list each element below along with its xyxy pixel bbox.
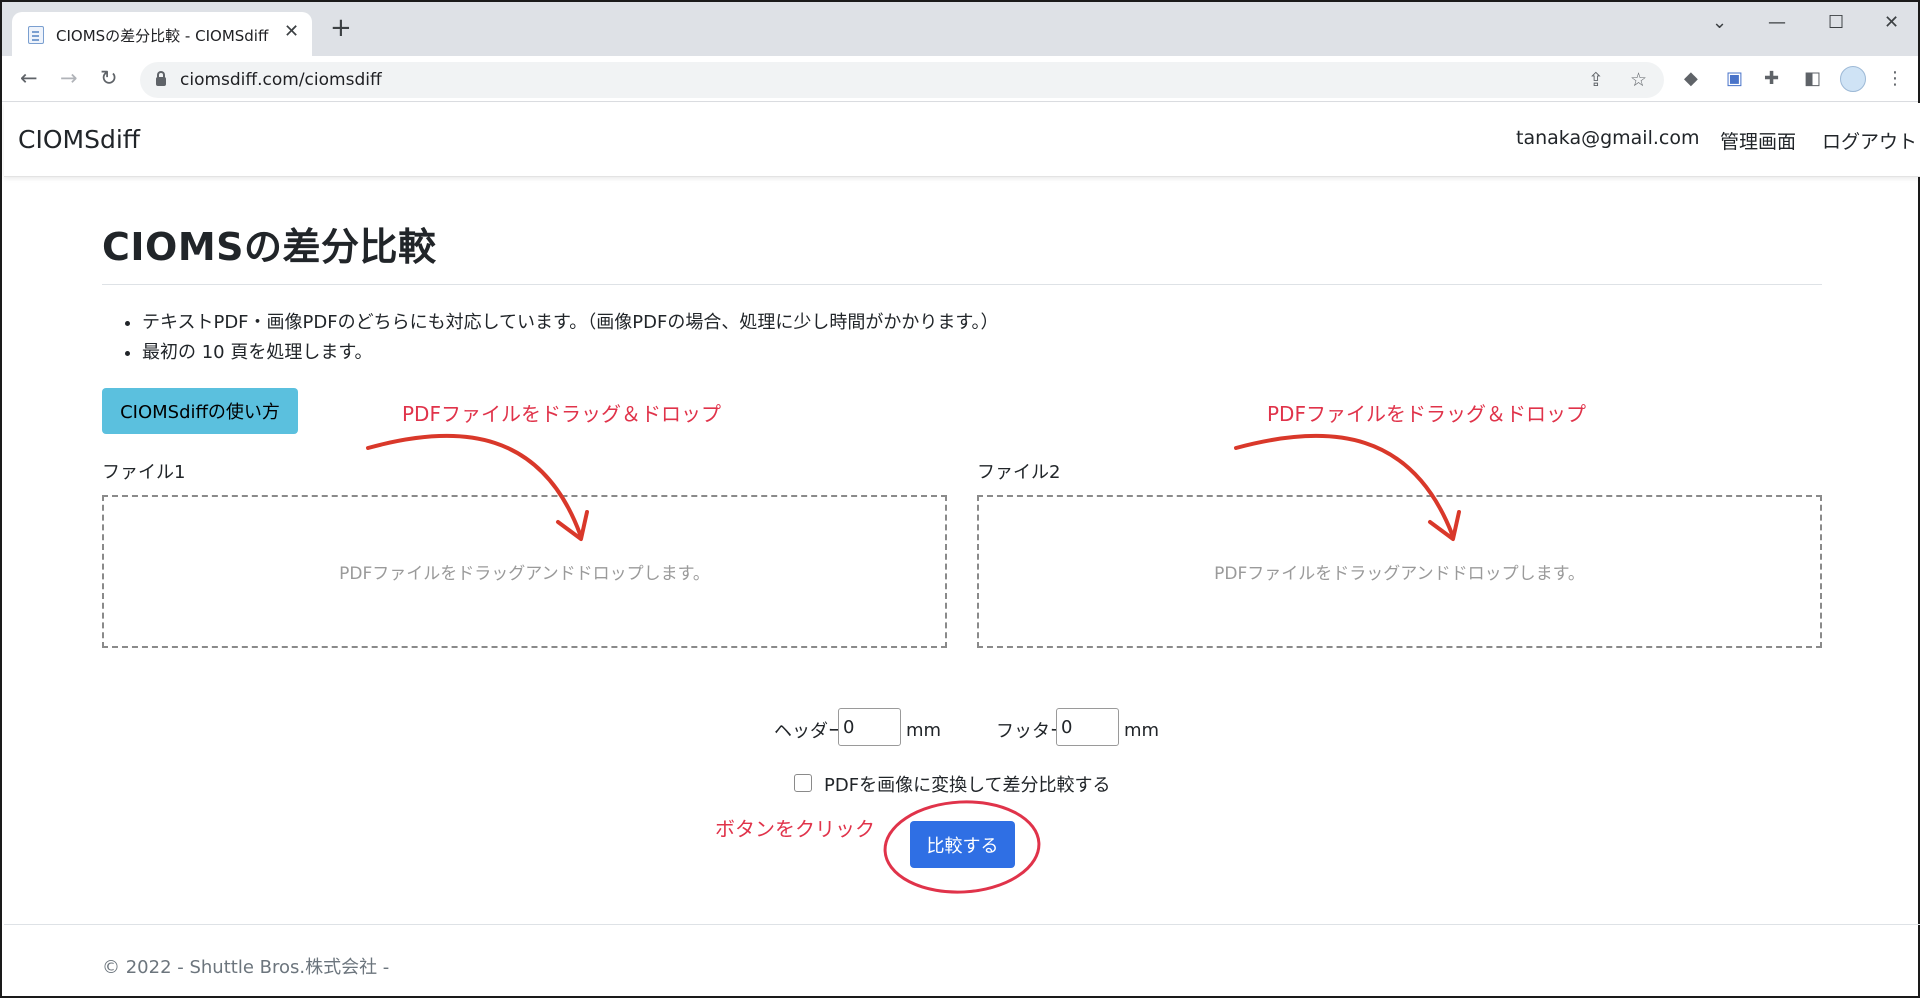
file2-label: ファイル2 (977, 462, 1061, 483)
close-window-icon[interactable]: ✕ (1884, 12, 1899, 34)
info-item: 最初の 10 頁を処理します。 (142, 338, 999, 368)
maximize-icon[interactable]: ☐ (1828, 12, 1844, 34)
lock-icon (156, 71, 166, 86)
file1-dropzone[interactable]: PDFファイルをドラッグアンドドロップします。 (102, 495, 947, 648)
header-mm-input[interactable] (838, 708, 901, 746)
footer-mm-input[interactable] (1056, 708, 1119, 746)
convert-to-image-checkbox[interactable] (794, 774, 812, 792)
drag-drop-annotation-1: PDFファイルをドラッグ＆ドロップ (402, 402, 721, 426)
footer-divider (4, 924, 1920, 925)
tab-title: CIOMSの差分比較 - CIOMSdiff (56, 27, 269, 45)
click-button-annotation: ボタンをクリック (715, 817, 875, 841)
compare-button[interactable]: 比較する (910, 821, 1015, 868)
user-email-link[interactable]: tanaka@gmail.com (1516, 127, 1699, 149)
tab-strip: CIOMSの差分比較 - CIOMSdiff ✕ + ⌄ — ☐ ✕ (2, 2, 1918, 56)
extension-icon[interactable]: ◆ (1684, 68, 1698, 90)
tab-search-chevron-icon[interactable]: ⌄ (1712, 12, 1727, 34)
footer-unit: mm (1124, 720, 1160, 741)
title-divider (102, 284, 1822, 285)
browser-tab[interactable]: CIOMSの差分比較 - CIOMSdiff ✕ (12, 12, 312, 56)
minimize-icon[interactable]: — (1768, 12, 1786, 34)
close-tab-icon[interactable]: ✕ (284, 22, 299, 42)
page-title: CIOMSの差分比較 (102, 225, 437, 269)
convert-to-image-label[interactable]: PDFを画像に変換して差分比較する (824, 771, 1111, 797)
drag-drop-annotation-2: PDFファイルをドラッグ＆ドロップ (1267, 402, 1586, 426)
brand-logo[interactable]: CIOMSdiff (18, 125, 140, 154)
file2-dropzone[interactable]: PDFファイルをドラッグアンドドロップします。 (977, 495, 1822, 648)
side-panel-icon[interactable]: ◧ (1804, 68, 1821, 90)
site-navbar: CIOMSdiff tanaka@gmail.com 管理画面 ログアウト (4, 103, 1920, 177)
bookmark-star-icon[interactable]: ☆ (1630, 69, 1647, 91)
info-item: テキストPDF・画像PDFのどちらにも対応しています。（画像PDFの場合、処理に… (142, 308, 999, 338)
new-tab-icon[interactable]: + (330, 14, 352, 42)
address-bar[interactable]: ciomsdiff.com/ciomsdiff ⇪ ☆ (140, 62, 1664, 98)
share-icon[interactable]: ⇪ (1588, 69, 1604, 91)
translate-extension-icon[interactable]: ▣ (1726, 68, 1743, 90)
document-icon (28, 26, 44, 44)
url-text: ciomsdiff.com/ciomsdiff (180, 70, 382, 90)
logout-link[interactable]: ログアウト (1822, 127, 1917, 154)
dropzone-hint: PDFファイルをドラッグアンドドロップします。 (339, 564, 710, 584)
browser-window: CIOMSの差分比較 - CIOMSdiff ✕ + ⌄ — ☐ ✕ ← → ↻… (0, 0, 1920, 998)
footer-copyright: © 2022 - Shuttle Bros.株式会社 - (102, 957, 390, 978)
header-label: ヘッダー (774, 721, 846, 742)
dropzone-hint: PDFファイルをドラッグアンドドロップします。 (1214, 564, 1585, 584)
back-icon[interactable]: ← (20, 66, 38, 90)
forward-icon[interactable]: → (60, 66, 78, 90)
header-unit: mm (906, 720, 942, 741)
more-menu-icon[interactable]: ⋮ (1886, 68, 1904, 90)
how-to-use-button[interactable]: CIOMSdiffの使い方 (102, 388, 298, 434)
puzzle-extensions-icon[interactable]: ✚ (1764, 68, 1779, 90)
info-list: テキストPDF・画像PDFのどちらにも対応しています。（画像PDFの場合、処理に… (142, 308, 999, 368)
browser-toolbar: ← → ↻ ciomsdiff.com/ciomsdiff ⇪ ☆ ◆ ▣ ✚ … (2, 56, 1918, 102)
profile-avatar[interactable] (1840, 66, 1866, 92)
file1-label: ファイル1 (102, 462, 186, 483)
admin-link[interactable]: 管理画面 (1720, 127, 1796, 154)
reload-icon[interactable]: ↻ (100, 66, 118, 90)
